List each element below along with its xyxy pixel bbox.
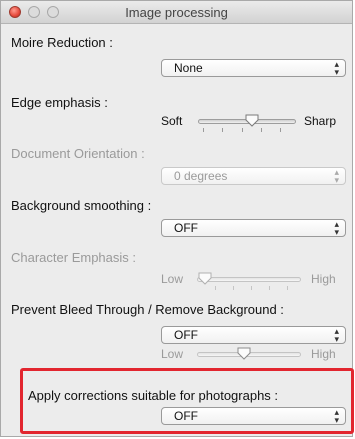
background-smoothing-label: Background smoothing : [11,198,152,213]
background-smoothing-popup[interactable]: OFF ▴ ▾ [161,219,346,237]
edge-emphasis-high-label: Sharp [304,114,337,128]
moire-reduction-label: Moire Reduction : [11,35,113,50]
prevent-bleed-through-value: OFF [174,328,198,342]
character-emphasis-high-label: High [311,272,336,286]
prevent-bleed-through-label: Prevent Bleed Through / Remove Backgroun… [11,302,284,317]
edge-emphasis-ticks [198,128,296,132]
title-bar: Image processing [1,1,352,24]
document-orientation-value: 0 degrees [174,169,228,183]
bleed-high-label: High [311,347,336,361]
popup-arrows-icon: ▴ ▾ [334,59,339,77]
popup-arrows-icon: ▴ ▾ [334,167,339,185]
character-emphasis-label: Character Emphasis : [11,250,136,265]
popup-arrows-icon: ▴ ▾ [334,326,339,344]
prevent-bleed-through-popup[interactable]: OFF ▴ ▾ [161,326,346,344]
character-emphasis-slider[interactable] [197,277,301,282]
popup-arrows-icon: ▴ ▾ [334,219,339,237]
edge-emphasis-label: Edge emphasis : [11,95,108,110]
background-smoothing-value: OFF [174,221,198,235]
moire-reduction-value: None [174,61,203,75]
bleed-slider-row: Low High [161,344,346,366]
window-title: Image processing [125,5,228,20]
edge-emphasis-low-label: Soft [161,114,183,128]
moire-reduction-popup[interactable]: None ▴ ▾ [161,59,346,77]
character-emphasis-low-label: Low [161,272,184,286]
bleed-low-label: Low [161,347,184,361]
character-emphasis-slider-row: Low High [161,269,346,291]
document-orientation-popup[interactable]: 0 degrees ▴ ▾ [161,167,346,185]
document-orientation-label: Document Orientation : [11,146,145,161]
character-emphasis-ticks [197,286,301,290]
highlight-box [20,368,354,434]
edge-emphasis-slider-row: Soft Sharp [161,111,346,133]
